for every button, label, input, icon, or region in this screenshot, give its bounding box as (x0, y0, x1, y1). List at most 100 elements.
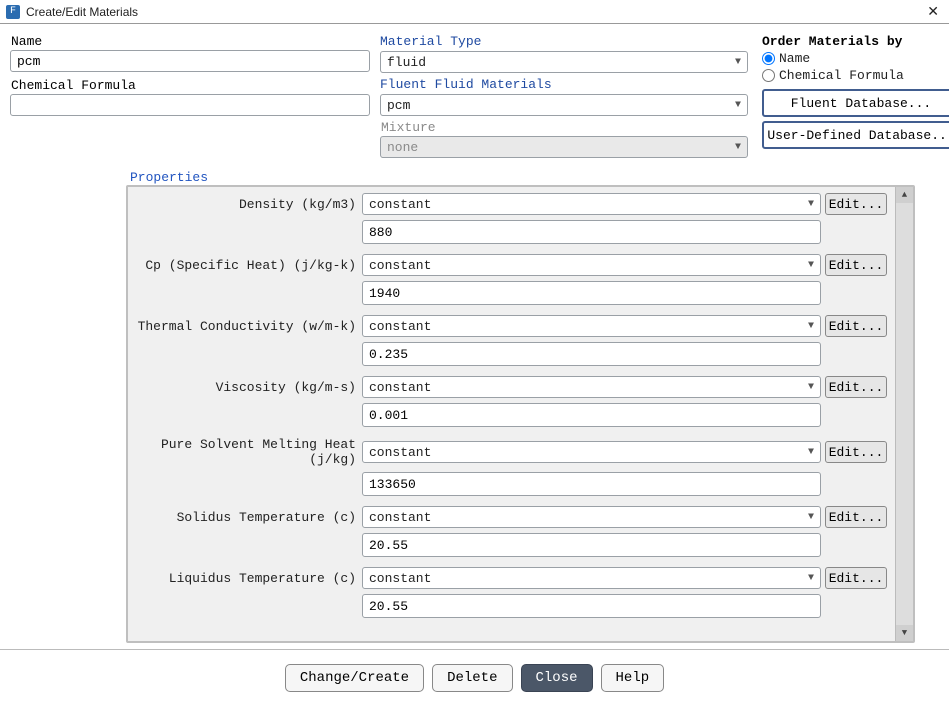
property-row: Liquidus Temperature (c) constant ▼ Edit... (136, 567, 887, 589)
property-method-select[interactable]: constant ▼ (362, 567, 821, 589)
order-by-name-text: Name (779, 51, 810, 66)
property-method-select[interactable]: constant ▼ (362, 441, 821, 463)
property-row: Density (kg/m3) constant ▼ Edit... (136, 193, 887, 215)
property-label: Pure Solvent Melting Heat (j/kg) (136, 437, 358, 467)
col-type: Material Type fluid ▼ Fluent Fluid Mater… (380, 34, 748, 160)
order-by-formula-radio[interactable]: Chemical Formula (762, 68, 949, 83)
properties-wrapper: Properties Density (kg/m3) constant ▼ Edit.… (10, 170, 939, 643)
chevron-down-icon: ▼ (808, 573, 814, 584)
property-value-input[interactable] (362, 281, 821, 305)
properties-list: Density (kg/m3)constant▼Edit...Cp (Speci… (128, 187, 895, 641)
property-method-value: constant (369, 197, 431, 212)
help-button[interactable]: Help (601, 664, 665, 692)
col-name: Name Chemical Formula (10, 34, 370, 160)
order-materials-by-label: Order Materials by (762, 34, 949, 49)
property-method-select[interactable]: constant ▼ (362, 254, 821, 276)
chemical-formula-input[interactable] (10, 94, 370, 116)
property-value-input[interactable] (362, 220, 821, 244)
properties-panel: Density (kg/m3)constant▼Edit...Cp (Speci… (126, 185, 915, 643)
fluent-fluid-materials-value: pcm (387, 98, 735, 113)
property-method-select[interactable]: constant ▼ (362, 193, 821, 215)
fluent-fluid-materials-label: Fluent Fluid Materials (380, 77, 748, 92)
property-method-select[interactable]: constant ▼ (362, 506, 821, 528)
scroll-up-icon[interactable]: ▲ (896, 187, 913, 203)
name-input[interactable] (10, 50, 370, 72)
property-row: Thermal Conductivity (w/m-k) constant ▼ Edi… (136, 315, 887, 337)
dialog-button-bar: Change/Create Delete Close Help (0, 650, 949, 706)
properties-heading: Properties (126, 170, 915, 185)
property-value-input[interactable] (362, 594, 821, 618)
mixture-value: none (387, 140, 735, 155)
top-grid: Name Chemical Formula Material Type flui… (10, 34, 939, 160)
property-edit-button[interactable]: Edit... (825, 567, 887, 589)
property-method-value: constant (369, 571, 431, 586)
title-bar: F Create/Edit Materials ✕ (0, 0, 949, 24)
property-method-value: constant (369, 510, 431, 525)
property-value-row (136, 533, 887, 557)
delete-button[interactable]: Delete (432, 664, 512, 692)
property-row: Cp (Specific Heat) (j/kg-k) constant ▼ Edit… (136, 254, 887, 276)
order-by-name-radio[interactable]: Name (762, 51, 949, 66)
property-label: Solidus Temperature (c) (136, 510, 358, 525)
property-value-row (136, 342, 887, 366)
name-label: Name (10, 34, 370, 49)
property-value-input[interactable] (362, 472, 821, 496)
property-label: Viscosity (kg/m-s) (136, 380, 358, 395)
close-button[interactable]: Close (521, 664, 593, 692)
material-type-value: fluid (387, 55, 735, 70)
col-order: Order Materials by Name Chemical Formula… (758, 34, 949, 160)
property-edit-button[interactable]: Edit... (825, 315, 887, 337)
chevron-down-icon: ▼ (808, 321, 814, 332)
material-type-select[interactable]: fluid ▼ (380, 51, 748, 73)
property-edit-button[interactable]: Edit... (825, 441, 887, 463)
order-by-formula-text: Chemical Formula (779, 68, 904, 83)
property-method-value: constant (369, 258, 431, 273)
chevron-down-icon: ▼ (808, 260, 814, 271)
property-value-input[interactable] (362, 533, 821, 557)
scroll-down-icon[interactable]: ▼ (896, 625, 913, 641)
property-edit-button[interactable]: Edit... (825, 193, 887, 215)
property-label: Liquidus Temperature (c) (136, 571, 358, 586)
mixture-label: Mixture (380, 120, 748, 135)
window-title: Create/Edit Materials (26, 5, 923, 19)
chevron-down-icon: ▼ (808, 382, 814, 393)
property-value-row (136, 220, 887, 244)
chevron-down-icon: ▼ (735, 142, 741, 153)
property-method-select[interactable]: constant ▼ (362, 315, 821, 337)
property-label: Cp (Specific Heat) (j/kg-k) (136, 258, 358, 273)
property-method-value: constant (369, 319, 431, 334)
property-label: Density (kg/m3) (136, 197, 358, 212)
scrollbar[interactable]: ▲ ▼ (895, 187, 913, 641)
mixture-select: none ▼ (380, 136, 748, 158)
property-row: Solidus Temperature (c) constant ▼ Edit... (136, 506, 887, 528)
chevron-down-icon: ▼ (808, 447, 814, 458)
material-type-label: Material Type (380, 34, 748, 49)
property-value-row (136, 281, 887, 305)
app-icon: F (6, 5, 20, 19)
close-icon[interactable]: ✕ (923, 3, 943, 20)
fluent-fluid-materials-select[interactable]: pcm ▼ (380, 94, 748, 116)
change-create-button[interactable]: Change/Create (285, 664, 424, 692)
fluent-database-button[interactable]: Fluent Database... (762, 89, 949, 117)
chevron-down-icon: ▼ (735, 57, 741, 68)
order-by-name-radio-input[interactable] (762, 52, 775, 65)
property-method-value: constant (369, 445, 431, 460)
property-label: Thermal Conductivity (w/m-k) (136, 319, 358, 334)
property-value-row (136, 594, 887, 618)
property-value-input[interactable] (362, 342, 821, 366)
property-edit-button[interactable]: Edit... (825, 254, 887, 276)
chevron-down-icon: ▼ (808, 512, 814, 523)
property-value-row (136, 472, 887, 496)
property-edit-button[interactable]: Edit... (825, 376, 887, 398)
chevron-down-icon: ▼ (808, 199, 814, 210)
property-value-input[interactable] (362, 403, 821, 427)
property-row: Viscosity (kg/m-s) constant ▼ Edit... (136, 376, 887, 398)
user-defined-database-button[interactable]: User-Defined Database... (762, 121, 949, 149)
property-edit-button[interactable]: Edit... (825, 506, 887, 528)
property-method-value: constant (369, 380, 431, 395)
order-by-formula-radio-input[interactable] (762, 69, 775, 82)
chevron-down-icon: ▼ (735, 100, 741, 111)
property-row: Pure Solvent Melting Heat (j/kg)constant… (136, 437, 887, 467)
property-method-select[interactable]: constant ▼ (362, 376, 821, 398)
chemical-formula-label: Chemical Formula (10, 78, 370, 93)
